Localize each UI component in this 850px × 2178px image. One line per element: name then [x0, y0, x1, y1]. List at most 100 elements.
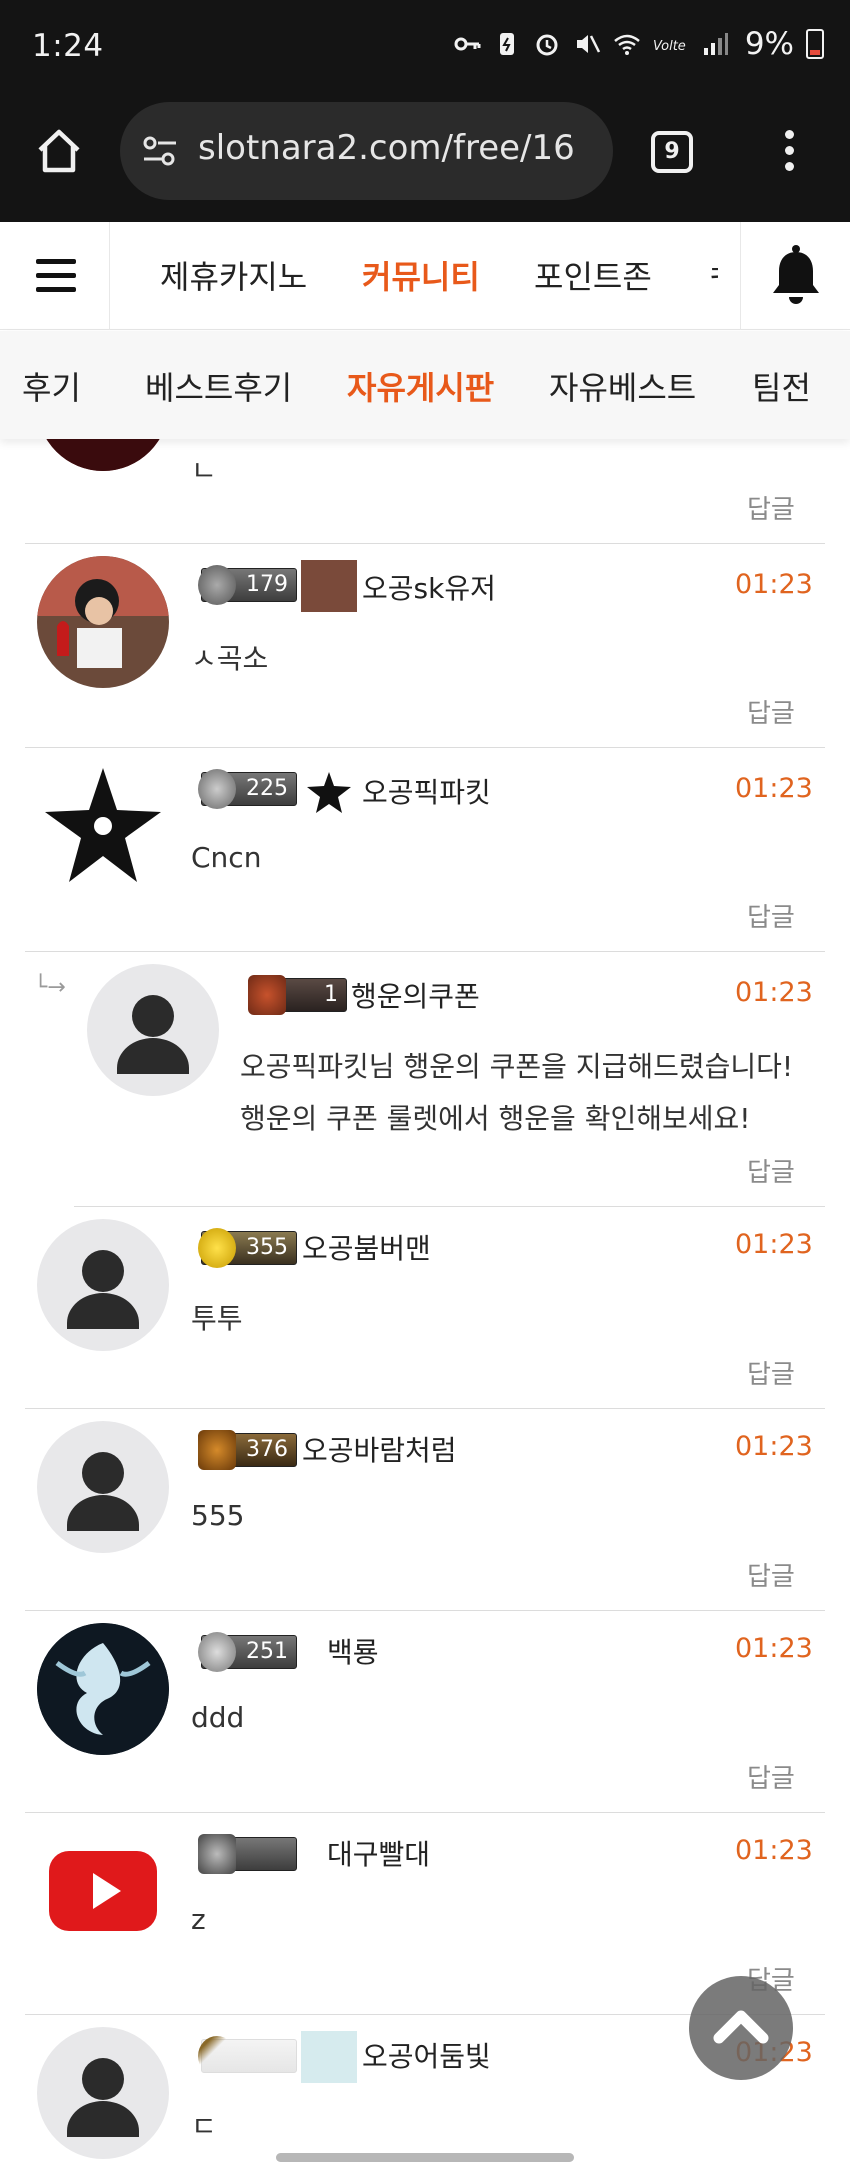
level-number: 355 — [246, 1235, 288, 1260]
address-bar[interactable]: slotnara2.com/free/16 — [120, 102, 613, 200]
reply-button[interactable]: 답글 — [747, 1354, 795, 1391]
comment-time: 01:23 — [735, 977, 813, 1008]
level-emblem-icon — [198, 565, 236, 605]
menu-icon[interactable] — [0, 222, 110, 330]
level-number: 251 — [246, 1639, 288, 1664]
avatar — [37, 760, 169, 892]
battery-icon — [806, 29, 824, 59]
gesture-navigation-bar[interactable] — [276, 2153, 574, 2162]
level-number: 179 — [246, 572, 288, 597]
reply-button[interactable]: 답글 — [747, 1152, 795, 1189]
reply-button[interactable]: 답글 — [747, 1556, 795, 1593]
level-number: 1 — [324, 982, 338, 1007]
level-badge — [198, 2036, 297, 2076]
level-emblem-icon — [198, 2036, 236, 2076]
comment-text: 투투 — [191, 1302, 243, 1335]
comment-text-line: 오공픽파킷님 행운의 쿠폰을 지급해드렸습니다! — [240, 1050, 794, 1083]
svg-text:Volte: Volte — [653, 39, 686, 54]
tab-best-reviews[interactable]: 베스트후기 — [145, 363, 292, 409]
reply-button[interactable]: 답글 — [747, 897, 795, 934]
comment-text: ddd — [191, 1701, 245, 1734]
page: 1:24 Volte 9% slotnara2.com/free/16 9 제휴… — [0, 0, 850, 2178]
comment-item: 355 오공붐버맨 01:23 투투 답글 — [25, 1207, 825, 1409]
avatar — [87, 964, 219, 1096]
comment-text: Cncn — [191, 841, 262, 874]
nav-community[interactable]: 커뮤니티 — [362, 252, 480, 298]
comment-nickname[interactable]: 오공붐버맨 — [302, 1227, 431, 1267]
avatar — [37, 1421, 169, 1553]
tab-switcher-button[interactable]: 9 — [651, 131, 693, 173]
level-badge: 376 — [198, 1430, 297, 1470]
user-icon-image — [301, 2031, 357, 2083]
level-emblem-icon — [198, 1228, 236, 1268]
level-emblem-icon — [198, 769, 236, 809]
level-badge: 355 — [198, 1228, 297, 1268]
level-emblem-icon — [198, 1430, 236, 1470]
reply-button[interactable]: 답글 — [747, 489, 795, 526]
comment-nickname[interactable]: 오공바람처럼 — [302, 1429, 457, 1469]
avatar — [37, 1623, 169, 1755]
comment-nickname[interactable]: 백룡 — [327, 1631, 379, 1671]
level-badge: 179 — [198, 565, 297, 605]
user-icon-image — [301, 560, 357, 612]
avatar — [37, 1219, 169, 1351]
avatar — [37, 2027, 169, 2159]
comment-nickname[interactable]: 오공픽파킷 — [362, 771, 491, 811]
comment-item: 179 오공sk유저 01:23 ㅅ곡소 답글 — [25, 544, 825, 748]
site-nav: 제휴카지노 커뮤니티 포인트존 ㅋ — [0, 222, 850, 330]
comment-nickname[interactable]: 행운의쿠폰 — [351, 975, 480, 1015]
mute-icon — [576, 35, 600, 53]
volte-icon: Volte — [653, 39, 686, 54]
reply-button[interactable]: 답글 — [747, 1758, 795, 1795]
comment-nickname[interactable]: 오공sk유저 — [362, 567, 496, 607]
status-time: 1:24 — [32, 28, 104, 64]
level-number: 376 — [246, 1437, 288, 1462]
signal-icon — [703, 33, 728, 55]
alarm-icon — [536, 34, 558, 56]
comment-time: 01:23 — [735, 1835, 813, 1866]
status-icons: Volte 9% — [453, 26, 824, 62]
comment-item: 225 오공픽파킷 01:23 Cncn 답글 — [25, 748, 825, 952]
wifi-icon — [614, 34, 640, 55]
avatar — [37, 1825, 169, 1957]
reply-indicator-icon: └→ — [34, 975, 66, 1000]
site-settings-icon[interactable] — [142, 135, 178, 167]
battery-saver-icon — [499, 33, 514, 55]
comment-text: ㄴ — [191, 454, 217, 487]
comment-list: ㄴ 답글 179 오공sk유저 01:23 ㅅ곡소 답글 225 오공픽파킷 0… — [0, 439, 850, 2178]
tab-free-best[interactable]: 자유베스트 — [549, 363, 696, 409]
comment-item: ㄴ 답글 — [25, 439, 825, 544]
scroll-to-top-button[interactable] — [689, 1976, 793, 2080]
tab-reviews[interactable]: 후기 — [22, 363, 81, 409]
comment-item: 376 오공바람처럼 01:23 555 답글 — [25, 1409, 825, 1611]
comment-item: 251 백룡 01:23 ddd 답글 — [25, 1611, 825, 1813]
reply-comment-item: 1 행운의쿠폰 01:23 오공픽파킷님 행운의 쿠폰을 지급해드렸습니다! 행… — [74, 952, 825, 1207]
comment-time: 01:23 — [735, 1633, 813, 1664]
level-badge: 225 — [198, 769, 297, 809]
nav-partner-casino[interactable]: 제휴카지노 — [160, 252, 307, 298]
level-emblem-icon — [198, 1632, 236, 1672]
comment-text: z — [191, 1903, 206, 1936]
level-badge — [198, 1834, 297, 1874]
status-bar: 1:24 Volte 9% — [0, 0, 850, 96]
comment-nickname[interactable]: 대구빨대 — [327, 1833, 430, 1873]
comment-time: 01:23 — [735, 1431, 813, 1462]
nav-more-item[interactable]: ㅋ — [706, 252, 718, 298]
more-menu-icon[interactable] — [782, 130, 796, 176]
board-tabs: 후기 베스트후기 자유게시판 자유베스트 팀전 — [0, 331, 850, 439]
nav-point-zone[interactable]: 포인트존 — [534, 252, 652, 298]
notification-bell-icon[interactable] — [740, 222, 850, 330]
home-icon[interactable] — [34, 126, 84, 176]
comment-text-line: 행운의 쿠폰 룰렛에서 행운을 확인해보세요! — [240, 1102, 751, 1135]
level-badge: 1 — [248, 975, 347, 1015]
level-emblem-icon — [248, 975, 286, 1015]
chevron-up-icon — [713, 2010, 769, 2044]
tab-free-board[interactable]: 자유게시판 — [347, 363, 494, 409]
level-emblem-icon — [198, 1834, 236, 1874]
reply-button[interactable]: 답글 — [747, 693, 795, 730]
comment-time: 01:23 — [735, 773, 813, 804]
comment-nickname[interactable]: 오공어둠빛 — [362, 2035, 491, 2075]
url-text: slotnara2.com/free/16 — [198, 128, 575, 168]
comment-time: 01:23 — [735, 569, 813, 600]
tab-team-battle[interactable]: 팀전 — [752, 363, 811, 409]
